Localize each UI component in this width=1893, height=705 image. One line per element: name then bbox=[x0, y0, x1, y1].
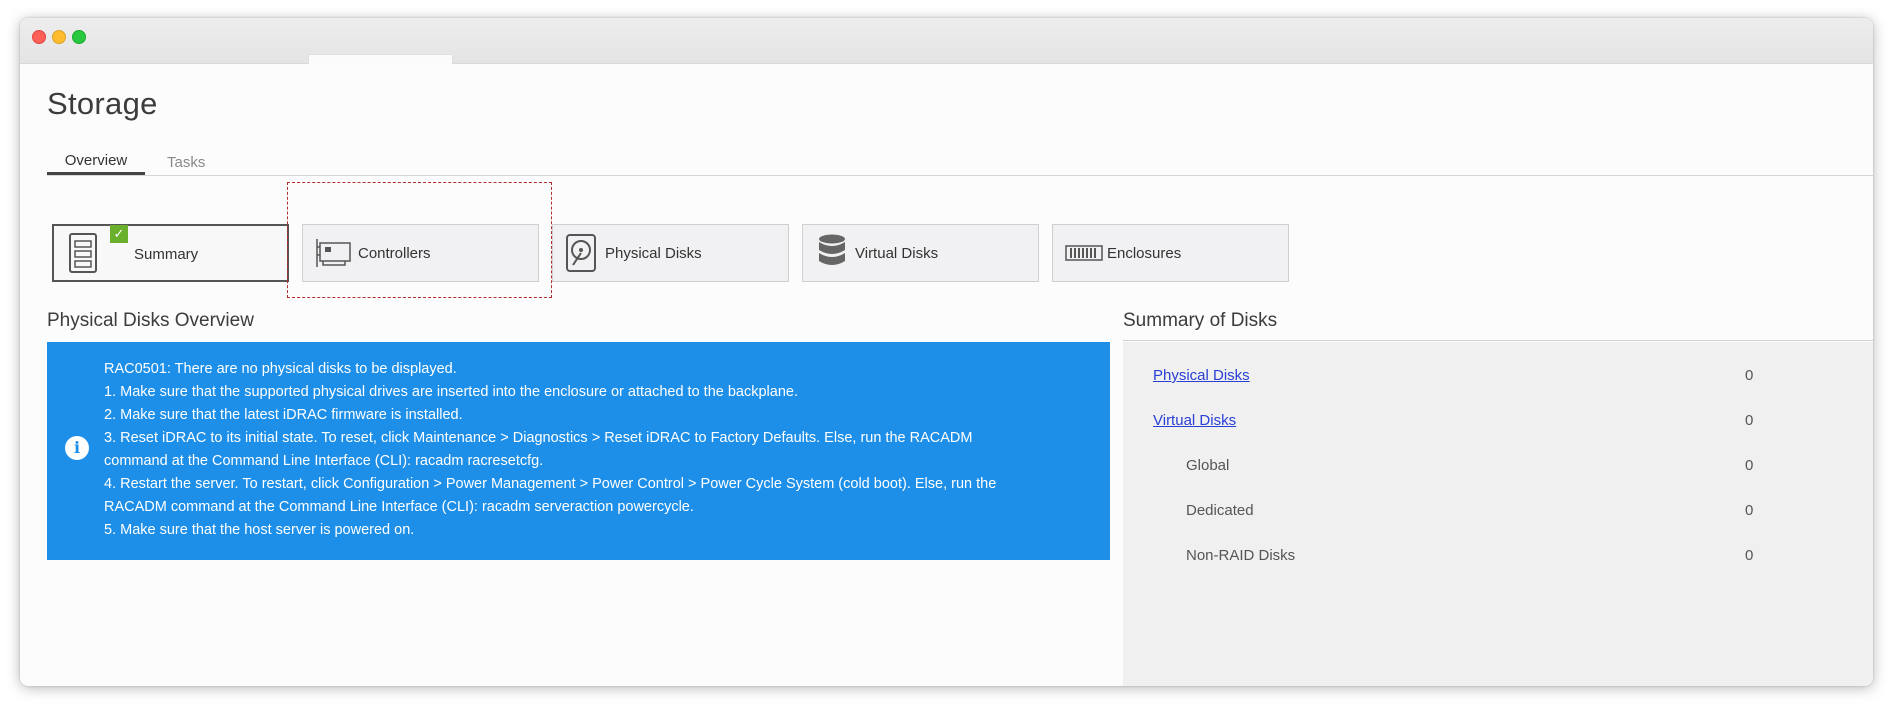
enclosure-icon bbox=[1065, 245, 1103, 266]
physical-disks-card[interactable]: Physical Disks bbox=[552, 224, 789, 282]
non-raid-disks-label: Non-RAID Disks bbox=[1186, 547, 1296, 564]
alert-line: 1. Make sure that the supported physical… bbox=[104, 384, 798, 400]
minimize-window-button[interactable] bbox=[52, 30, 66, 44]
physical-disks-overview-title: Physical Disks Overview bbox=[47, 310, 254, 331]
server-list-icon bbox=[68, 232, 98, 279]
page-title: Storage bbox=[47, 86, 158, 121]
virtual-disks-card-label: Virtual Disks bbox=[855, 245, 939, 262]
tabs-divider bbox=[47, 175, 1873, 176]
summary-row: Global 0 bbox=[1123, 457, 1873, 481]
virtual-disks-card[interactable]: Virtual Disks bbox=[802, 224, 1039, 282]
controllers-card[interactable]: Controllers bbox=[302, 224, 539, 282]
close-window-button[interactable] bbox=[32, 30, 46, 44]
summary-row: Non-RAID Disks 0 bbox=[1123, 547, 1873, 571]
summary-card-label: Summary bbox=[134, 246, 199, 263]
summary-divider bbox=[1123, 340, 1873, 341]
info-icon: i bbox=[65, 436, 89, 460]
alert-line: 3. Reset iDRAC to its initial state. To … bbox=[104, 430, 973, 446]
alert-message: RAC0501: There are no physical disks to … bbox=[104, 358, 1094, 542]
browser-window: Storage Overview Tasks ✓ Summary Control… bbox=[20, 18, 1873, 686]
summary-row: Dedicated 0 bbox=[1123, 502, 1873, 526]
info-alert: i RAC0501: There are no physical disks t… bbox=[47, 342, 1110, 560]
dedicated-count: 0 bbox=[1745, 502, 1754, 519]
alert-line: 2. Make sure that the latest iDRAC firmw… bbox=[104, 407, 463, 423]
global-count: 0 bbox=[1745, 457, 1754, 474]
summary-card[interactable]: ✓ Summary bbox=[52, 224, 289, 282]
storage-page: Storage Overview Tasks ✓ Summary Control… bbox=[20, 64, 1873, 686]
alert-line: RACADM command at the Command Line Inter… bbox=[104, 499, 694, 515]
physical-disks-link[interactable]: Physical Disks bbox=[1153, 367, 1250, 384]
virtual-disks-link[interactable]: Virtual Disks bbox=[1153, 412, 1236, 429]
alert-line: 4. Restart the server. To restart, click… bbox=[104, 476, 997, 492]
hard-disk-icon bbox=[565, 233, 597, 278]
alert-line: command at the Command Line Interface (C… bbox=[104, 453, 544, 469]
summary-of-disks-title: Summary of Disks bbox=[1123, 310, 1278, 331]
enclosures-card-label: Enclosures bbox=[1107, 245, 1182, 262]
maximize-window-button[interactable] bbox=[72, 30, 86, 44]
physical-disks-card-label: Physical Disks bbox=[605, 245, 702, 262]
window-titlebar bbox=[20, 18, 1873, 66]
global-label: Global bbox=[1186, 457, 1230, 474]
database-stack-icon bbox=[817, 233, 847, 278]
dedicated-label: Dedicated bbox=[1186, 502, 1254, 519]
tab-overview[interactable]: Overview bbox=[47, 146, 145, 176]
alert-line: 5. Make sure that the host server is pow… bbox=[104, 522, 415, 538]
tab-tasks[interactable]: Tasks bbox=[167, 146, 205, 171]
non-raid-disks-count: 0 bbox=[1745, 547, 1754, 564]
enclosures-card[interactable]: Enclosures bbox=[1052, 224, 1289, 282]
controller-card-icon bbox=[315, 237, 353, 274]
alert-line: RAC0501: There are no physical disks to … bbox=[104, 361, 457, 377]
summary-of-disks-panel: Physical Disks 0 Virtual Disks 0 Global … bbox=[1123, 342, 1873, 686]
summary-row: Virtual Disks 0 bbox=[1123, 412, 1873, 436]
virtual-disks-count: 0 bbox=[1745, 412, 1754, 429]
controllers-card-label: Controllers bbox=[358, 245, 431, 262]
check-icon: ✓ bbox=[110, 225, 128, 243]
physical-disks-count: 0 bbox=[1745, 367, 1754, 384]
summary-row: Physical Disks 0 bbox=[1123, 367, 1873, 391]
